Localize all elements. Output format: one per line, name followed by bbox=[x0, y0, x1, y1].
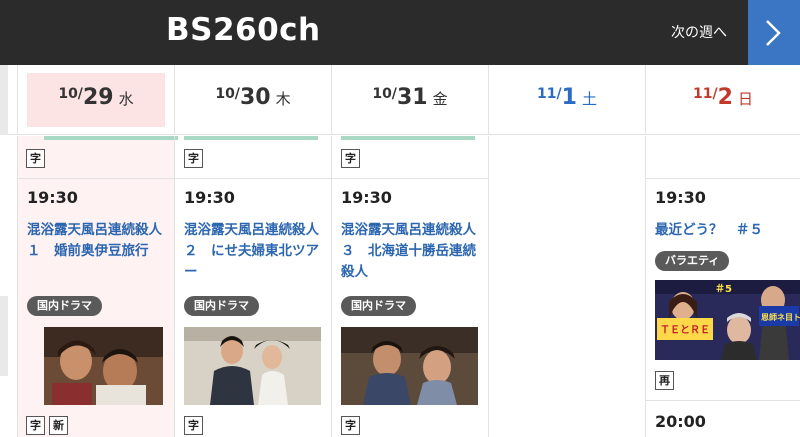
program-thumbnail[interactable] bbox=[44, 327, 163, 405]
day-column-4: 19:30 最近どう？ ＃５ バラエティ ＃5 ＴＥとＲＥ 恩師ネ目ト 再 20… bbox=[645, 136, 800, 437]
scroll-left-edge bbox=[0, 65, 8, 135]
next-week-link[interactable]: 次の週へ bbox=[671, 22, 727, 42]
date-cell-0: 10/29 水 bbox=[17, 65, 174, 135]
chevron-right-icon bbox=[766, 20, 781, 46]
day-column-0: 字 19:30 混浴露天風呂連続殺人１ 婚前奥伊豆旅行 国内ドラマ 字 新 bbox=[17, 136, 178, 437]
prev-program-thumb-edge bbox=[44, 136, 178, 140]
genre-tag: 国内ドラマ bbox=[184, 296, 259, 316]
date-label-4: 11/2 日 bbox=[646, 85, 800, 110]
date-label-0: 10/29 水 bbox=[18, 85, 174, 110]
program-captions: 字 新 bbox=[26, 416, 68, 435]
date-weekday: 水 bbox=[118, 90, 134, 108]
date-header-row: 10/29 水 10/30 木 10/31 金 11/1 土 11/2 日 bbox=[0, 65, 800, 135]
thumbnail-image: ＃5 ＴＥとＲＥ 恩師ネ目トーク bbox=[655, 280, 800, 360]
thumb-text-right: 恩師ネ目トーク bbox=[761, 312, 800, 322]
thumbnail-image bbox=[184, 327, 321, 405]
date-cell-4: 11/2 日 bbox=[645, 65, 800, 135]
channel-header: BS260ch 次の週へ bbox=[0, 0, 800, 65]
caption-badge: 字 bbox=[26, 416, 45, 435]
date-day: 2 bbox=[717, 85, 733, 110]
program-captions: 字 bbox=[184, 416, 203, 435]
next-program-time[interactable]: 20:00 bbox=[655, 412, 706, 431]
date-day: 29 bbox=[82, 85, 114, 110]
program-divider bbox=[332, 178, 488, 179]
program-title-link[interactable]: 最近どう？ ＃５ bbox=[655, 220, 797, 241]
date-day: 30 bbox=[239, 85, 271, 110]
program-title-link[interactable]: 混浴露天風呂連続殺人３ 北海道十勝岳連続殺人 bbox=[341, 220, 483, 283]
day-column-3 bbox=[488, 136, 645, 437]
program-time: 19:30 bbox=[341, 188, 392, 207]
date-weekday: 木 bbox=[275, 90, 291, 108]
program-time: 19:30 bbox=[27, 188, 78, 207]
prev-program-captions: 字 bbox=[26, 149, 45, 168]
thumb-text-left: ＴＥとＲＥ bbox=[660, 324, 710, 336]
date-cell-3: 11/1 土 bbox=[488, 65, 645, 135]
date-label-2: 10/31 金 bbox=[332, 85, 488, 110]
program-thumbnail[interactable] bbox=[184, 327, 321, 405]
program-captions: 再 bbox=[655, 371, 674, 390]
date-weekday: 日 bbox=[738, 90, 754, 108]
prev-program-captions: 字 bbox=[341, 149, 360, 168]
program-title-link[interactable]: 混浴露天風呂連続殺人２ にせ夫婦東北ツアー bbox=[184, 220, 326, 283]
new-badge: 新 bbox=[49, 416, 68, 435]
program-divider bbox=[646, 178, 800, 179]
prev-program-thumb-edge bbox=[184, 136, 318, 140]
channel-title: BS260ch bbox=[166, 12, 321, 48]
program-grid: 字 19:30 混浴露天風呂連続殺人１ 婚前奥伊豆旅行 国内ドラマ 字 新 字 … bbox=[0, 136, 800, 437]
date-day: 31 bbox=[396, 85, 428, 110]
date-cell-2: 10/31 金 bbox=[331, 65, 488, 135]
date-label-3: 11/1 土 bbox=[489, 85, 645, 110]
date-month: 11/ bbox=[692, 86, 718, 102]
program-captions: 字 bbox=[341, 416, 360, 435]
date-weekday: 土 bbox=[582, 90, 598, 108]
date-cell-1: 10/30 木 bbox=[174, 65, 331, 135]
date-month: 10/ bbox=[215, 86, 240, 102]
date-weekday: 金 bbox=[432, 90, 448, 108]
caption-badge: 字 bbox=[341, 416, 360, 435]
rerun-badge: 再 bbox=[655, 371, 674, 390]
date-month: 10/ bbox=[58, 86, 83, 102]
prev-program-thumb-edge bbox=[341, 136, 475, 140]
caption-badge: 字 bbox=[184, 416, 203, 435]
genre-tag: バラエティ bbox=[655, 251, 730, 271]
thumbnail-image bbox=[44, 327, 163, 405]
caption-badge: 字 bbox=[26, 149, 45, 168]
genre-tag: 国内ドラマ bbox=[27, 296, 102, 316]
thumbnail-image bbox=[341, 327, 478, 405]
program-time: 19:30 bbox=[655, 188, 706, 207]
program-title-link[interactable]: 混浴露天風呂連続殺人１ 婚前奥伊豆旅行 bbox=[27, 220, 169, 262]
thumb-badge: ＃5 bbox=[715, 283, 732, 295]
program-divider bbox=[646, 400, 800, 401]
day-column-1: 字 19:30 混浴露天風呂連続殺人２ にせ夫婦東北ツアー 国内ドラマ 字 bbox=[174, 136, 331, 437]
program-divider bbox=[18, 178, 174, 179]
next-week-button[interactable] bbox=[748, 0, 800, 65]
day-column-2: 字 19:30 混浴露天風呂連続殺人３ 北海道十勝岳連続殺人 国内ドラマ 字 bbox=[331, 136, 488, 437]
caption-badge: 字 bbox=[341, 149, 360, 168]
program-divider bbox=[175, 178, 331, 179]
prev-program-captions: 字 bbox=[184, 149, 203, 168]
program-time: 19:30 bbox=[184, 188, 235, 207]
scroll-left-edge bbox=[0, 296, 8, 376]
date-label-1: 10/30 木 bbox=[175, 85, 331, 110]
genre-tag: 国内ドラマ bbox=[341, 296, 416, 316]
program-thumbnail[interactable] bbox=[341, 327, 478, 405]
program-thumbnail[interactable]: ＃5 ＴＥとＲＥ 恩師ネ目トーク bbox=[655, 280, 800, 360]
date-day: 1 bbox=[561, 85, 577, 110]
caption-badge: 字 bbox=[184, 149, 203, 168]
date-month: 10/ bbox=[372, 86, 397, 102]
date-month: 11/ bbox=[536, 86, 562, 102]
